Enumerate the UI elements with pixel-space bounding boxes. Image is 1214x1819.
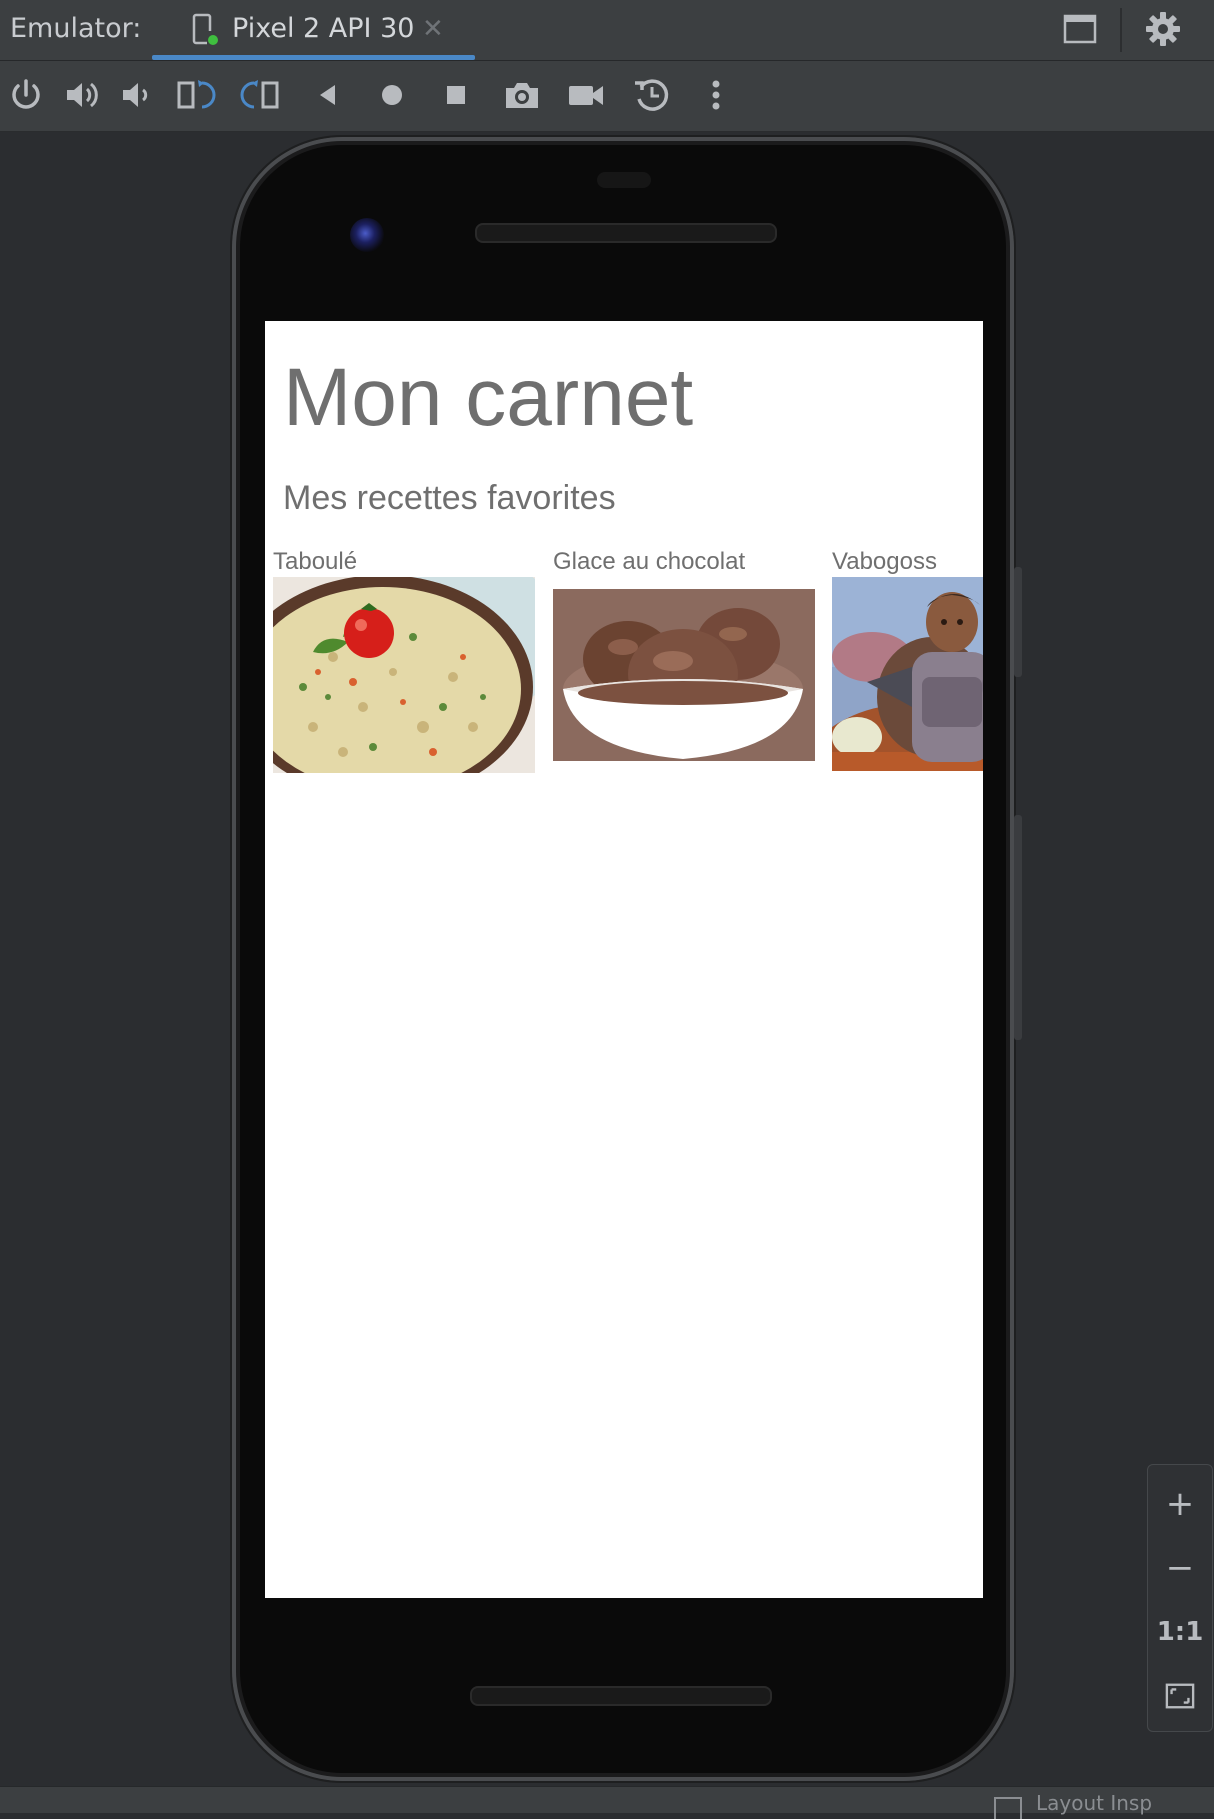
volume-down-icon[interactable]: [118, 75, 158, 115]
snapshot-history-icon[interactable]: [632, 75, 672, 115]
device-icon: [190, 13, 220, 47]
gear-icon[interactable]: [1144, 10, 1182, 48]
recipe-image-glace-au-chocolat[interactable]: [553, 589, 815, 761]
rotate-right-icon[interactable]: [240, 75, 280, 115]
zoom-out-button[interactable]: −: [1148, 1537, 1212, 1599]
zoom-controls: + − 1:1: [1147, 1464, 1213, 1732]
device-top-sensor: [597, 172, 651, 188]
layout-inspector-icon[interactable]: [994, 1797, 1022, 1819]
bottom-status-bar: Layout Insp: [0, 1786, 1214, 1819]
emulator-tab-bar: Emulator: Pixel 2 API 30 ✕: [0, 0, 1214, 61]
app-screen: Mon carnet Mes recettes favorites Taboul…: [265, 321, 983, 1598]
rotate-left-icon[interactable]: [176, 75, 216, 115]
close-icon[interactable]: ✕: [422, 0, 444, 58]
recipe-label: Taboulé: [273, 548, 358, 575]
recipe-image-taboule[interactable]: [273, 577, 535, 773]
toolbar-separator: [1120, 8, 1122, 52]
emulator-label: Emulator:: [10, 13, 142, 44]
device-power-button: [1014, 567, 1022, 677]
device-earpiece: [475, 223, 777, 243]
tab-pixel-2-api-30[interactable]: Pixel 2 API 30 ✕: [152, 0, 475, 60]
recipe-card-taboule[interactable]: Taboulé: [273, 547, 537, 773]
zoom-in-button[interactable]: +: [1148, 1473, 1212, 1535]
emulator-toolbar: [0, 61, 1214, 132]
device-bottom-speaker: [470, 1686, 772, 1706]
recipe-card-vabogoss[interactable]: Vabogoss: [832, 547, 983, 771]
window-icon[interactable]: [1062, 12, 1098, 46]
page-subtitle: Mes recettes favorites: [283, 479, 616, 517]
front-camera: [350, 218, 384, 252]
status-text[interactable]: Layout Insp: [1036, 1791, 1152, 1815]
device-volume-button: [1014, 815, 1022, 1040]
recipe-image-vabogoss[interactable]: [832, 577, 983, 771]
overview-icon[interactable]: [436, 75, 476, 115]
page-title: Mon carnet: [283, 352, 694, 443]
fit-screen-icon[interactable]: [1148, 1665, 1212, 1727]
power-icon[interactable]: [6, 75, 46, 115]
recipe-list[interactable]: Taboulé Glace au chocolat Vabogoss: [273, 547, 983, 773]
zoom-actual-size-button[interactable]: 1:1: [1148, 1601, 1212, 1663]
recipe-card-glace-au-chocolat[interactable]: Glace au chocolat: [553, 547, 817, 761]
more-icon[interactable]: [696, 75, 736, 115]
back-icon[interactable]: [308, 75, 348, 115]
camera-icon[interactable]: [502, 75, 542, 115]
video-camera-icon[interactable]: [566, 75, 606, 115]
active-tab-indicator: [152, 55, 475, 60]
recipe-label: Vabogoss: [832, 548, 937, 575]
volume-up-icon[interactable]: [62, 75, 102, 115]
home-icon[interactable]: [372, 75, 412, 115]
tab-title: Pixel 2 API 30: [232, 13, 415, 44]
recipe-label: Glace au chocolat: [553, 548, 746, 575]
